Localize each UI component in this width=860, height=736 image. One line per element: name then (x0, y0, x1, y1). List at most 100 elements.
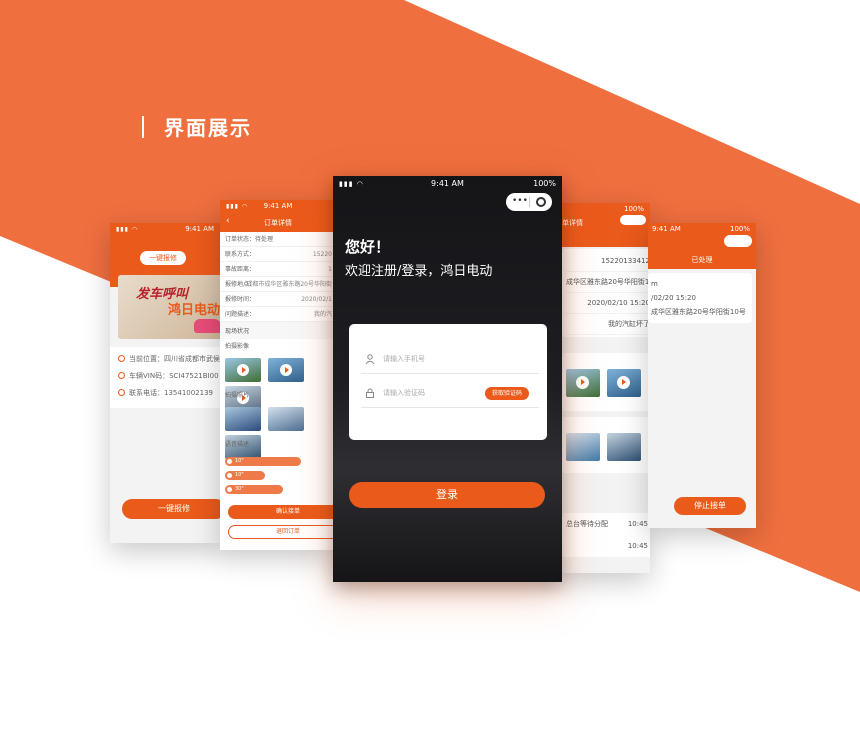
info-line: 我的汽缸坏了 (566, 314, 650, 335)
play-icon (280, 364, 293, 376)
signal-icon: ▮▮▮ ◠ (116, 226, 139, 233)
field-row: 事故距离： 1 (220, 262, 336, 277)
capsule-menu[interactable] (620, 215, 646, 225)
order-detail-2-header: 100% 单详情 (558, 203, 650, 247)
code-field: 获取验证码 (361, 378, 539, 408)
processed-tab[interactable]: 已处理 (648, 255, 756, 265)
video-thumb[interactable] (225, 358, 261, 382)
card-line: 成华区雅东路20号华阳街10号 (651, 308, 746, 316)
lock-icon (366, 388, 374, 398)
order-info-card: 15220133412 成华区雅东路20号华阳街10号 2020/02/10 1… (562, 249, 650, 337)
status-bar: ▮▮▮ ◠ 9:41 AM 100% (333, 176, 562, 192)
capsule-divider (529, 197, 530, 207)
capsule-menu[interactable] (724, 235, 752, 247)
info-location: 当前位置：四川省成都市武侯 (118, 351, 222, 368)
status-time: 9:41 AM (431, 179, 464, 188)
video-section-title: 拍摄影像 (225, 343, 250, 350)
play-icon (237, 364, 249, 376)
greeting: 您好！ (345, 238, 391, 256)
car-image (194, 319, 222, 333)
phone-input[interactable] (383, 350, 493, 368)
field-row: 报修地点： 成都市成华区雅东路20号华阳街 (220, 277, 336, 292)
video-thumb[interactable] (566, 369, 600, 397)
card-line: m (651, 280, 658, 288)
banner-brand: 鸿日电动 (168, 303, 221, 318)
repair-info-list: 当前位置：四川省成都市武侯 车辆VIN码：SCI47521BI00 联系电话：1… (110, 347, 222, 408)
battery-level: 100% (533, 179, 556, 188)
order-detail-2-title: 单详情 (562, 219, 583, 227)
processed-header: 9:41 AM 100% 已处理 (648, 223, 756, 269)
play-icon (617, 376, 631, 389)
battery-level: 100% (729, 225, 750, 233)
phone-order-detail-2: 100% 单详情 15220133412 成华区雅东路20号华阳街10号 202… (558, 203, 650, 573)
status-time: 9:41 AM (652, 225, 681, 233)
voice-icon (227, 459, 232, 464)
status-time: 9:41 AM (263, 202, 293, 210)
info-line: 15220133412 (566, 251, 650, 272)
order-detail-title: 订单详情 (264, 219, 292, 227)
site-status-title: 现场状况 (220, 322, 336, 339)
info-phone: 联系电话：13541002139 (118, 385, 222, 402)
battery-level: 100% (623, 205, 644, 213)
get-code-button[interactable]: 获取验证码 (485, 387, 529, 400)
photo-thumb[interactable] (607, 433, 642, 461)
info-line: 成华区雅东路20号华阳街10号 (566, 272, 650, 293)
field-row: 问题描述： 我的汽 (220, 307, 336, 322)
user-icon (365, 354, 375, 364)
stop-accepting-button[interactable]: 停止接单 (674, 497, 746, 515)
login-button[interactable]: 登录 (349, 482, 545, 508)
voice-message[interactable]: 10" (225, 471, 265, 480)
welcome-text: 欢迎注册/登录，鸿日电动 (345, 264, 493, 279)
capsule-menu: ••• (506, 193, 552, 211)
phone-repair-home: ▮▮▮ ◠ 9:41 AM 一键报修 发车呼叫 鸿日电动 当前位置：四川省成都市… (110, 223, 222, 543)
photo-thumb[interactable] (268, 407, 305, 431)
status-bar: ▮▮▮ ◠ 9:41 AM (110, 223, 222, 237)
promo-banner: 发车呼叫 鸿日电动 (118, 275, 222, 339)
confirm-order-button[interactable]: 确认接单 (228, 505, 336, 519)
photo-section-title: 拍摄照片 (225, 392, 250, 399)
video-thumbs (562, 353, 650, 411)
processed-order-card[interactable]: m /02/20 15:20 成华区雅东路20号华阳街10号 (648, 273, 752, 323)
phone-icon (118, 389, 125, 396)
photo-thumbs (562, 417, 650, 473)
order-detail-header: ▮▮▮ ◠ 9:41 AM ‹ 订单详情 (220, 200, 336, 232)
car-icon (118, 372, 125, 379)
info-vin: 车辆VIN码：SCI47521BI00 (118, 368, 222, 385)
phone-order-detail: ▮▮▮ ◠ 9:41 AM ‹ 订单详情 订单状态：待处理 联系方式： 15220… (220, 200, 336, 550)
info-line: 2020/02/10 15:20 (566, 293, 650, 314)
status-bar: ▮▮▮ ◠ 9:41 AM (220, 200, 336, 214)
voice-message[interactable]: 10" (225, 457, 301, 466)
log-row: 10:45 (627, 542, 648, 550)
quick-repair-button[interactable]: 一键报修 (122, 499, 222, 519)
video-thumb[interactable] (268, 358, 305, 382)
voice-icon (227, 473, 232, 478)
photo-thumb[interactable] (225, 407, 261, 431)
code-input[interactable] (383, 384, 493, 402)
log-row: 总台等待分配 10:45 (566, 520, 648, 528)
voice-section-title: 语音描述 (225, 441, 250, 448)
heading-divider (142, 115, 144, 138)
field-row: 报修时间： 2020/02/1 (220, 292, 336, 307)
voice-message[interactable]: 30" (225, 485, 283, 494)
section-heading: 界面展示 (142, 112, 252, 141)
phone-processed-orders: 9:41 AM 100% 已处理 m /02/20 15:20 成华区雅东路20… (648, 223, 756, 528)
photo-thumbs (220, 403, 336, 459)
quick-repair-tab[interactable]: 一键报修 (140, 251, 186, 265)
more-icon[interactable]: ••• (512, 196, 528, 206)
close-mini-program-icon[interactable] (536, 197, 546, 207)
location-icon (118, 355, 125, 362)
heading-text: 界面展示 (164, 116, 252, 140)
order-log: 总台等待分配 10:45 10:45 (562, 513, 650, 557)
voice-icon (227, 487, 232, 492)
phone-field (361, 344, 539, 374)
video-thumb[interactable] (607, 369, 642, 397)
field-row: 联系方式： 15220 (220, 247, 336, 262)
play-icon (576, 376, 589, 389)
video-thumbs (220, 354, 336, 410)
login-form: 获取验证码 (349, 324, 547, 440)
phone-login: ▮▮▮ ◠ 9:41 AM 100% ••• 您好！ 欢迎注册/登录，鸿日电动 … (333, 176, 562, 582)
order-status-row: 订单状态：待处理 (220, 232, 336, 247)
photo-thumb[interactable] (566, 433, 600, 461)
reject-order-button[interactable]: 退回订单 (228, 525, 336, 539)
status-time: 9:41 AM (185, 225, 214, 233)
